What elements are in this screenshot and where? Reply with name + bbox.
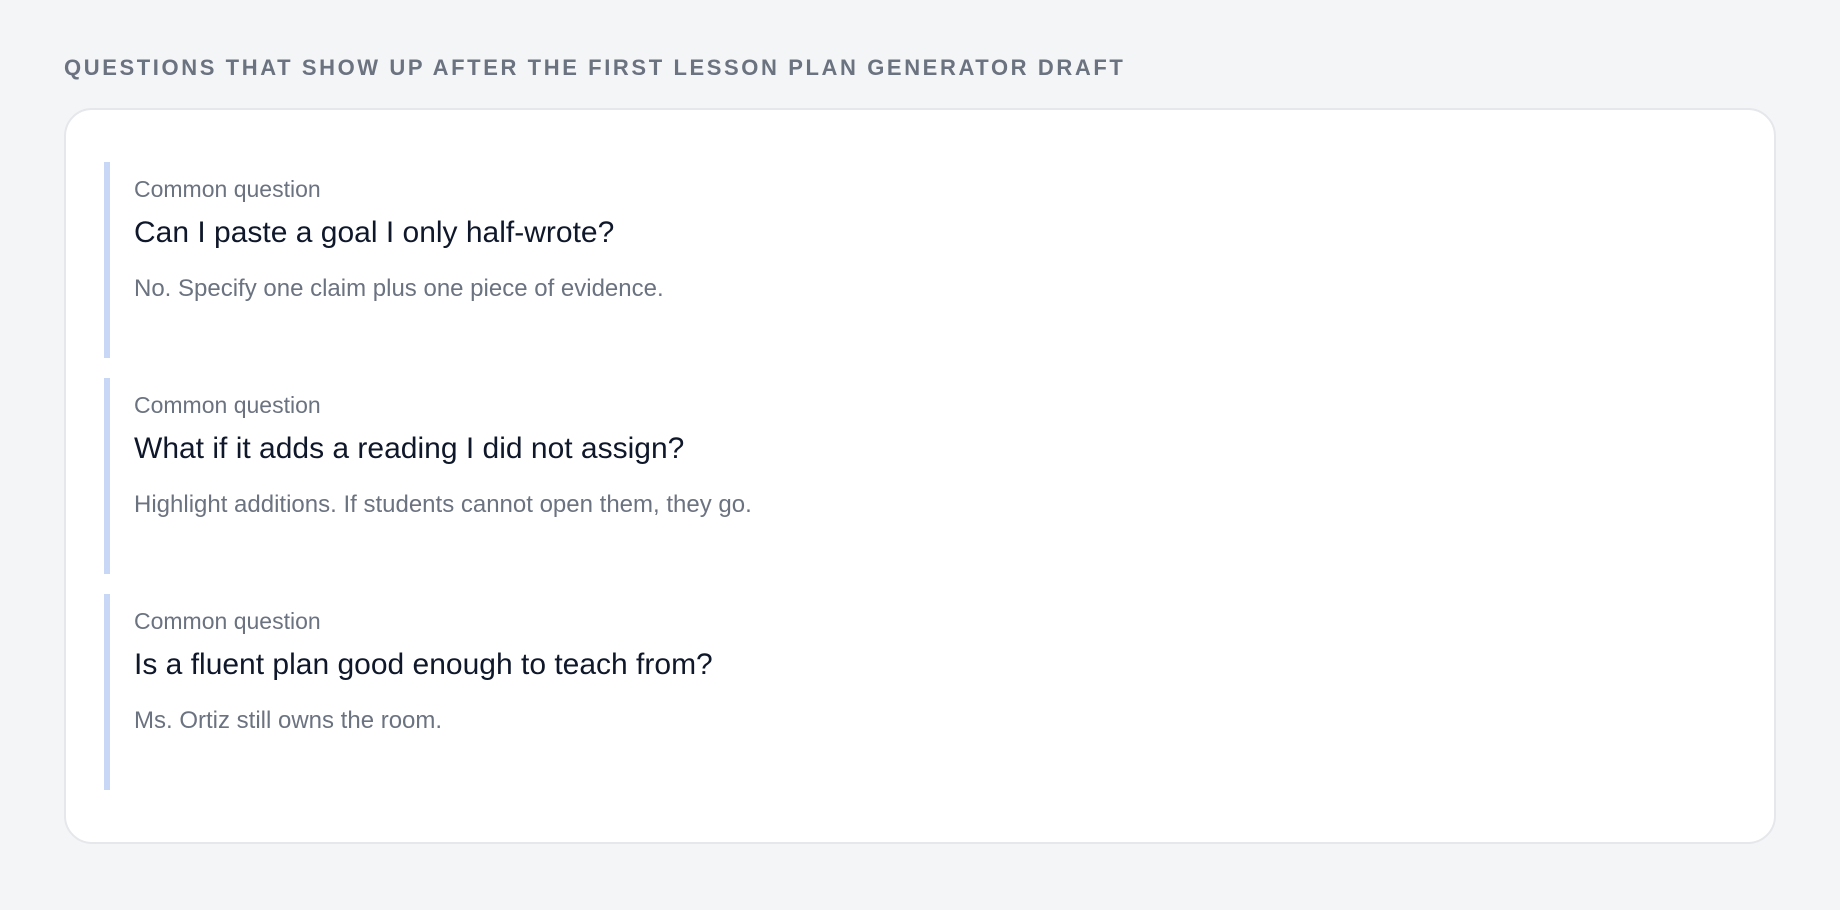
faq-kicker: Common question: [134, 608, 321, 634]
faq-item: Common question Is a fluent plan good en…: [104, 594, 1736, 790]
faq-kicker: Common question: [134, 392, 321, 418]
faq-question: What if it adds a reading I did not assi…: [134, 431, 685, 465]
faq-question: Can I paste a goal I only half-wrote?: [134, 215, 615, 249]
faq-answer: No. Specify one claim plus one piece of …: [134, 275, 664, 303]
faq-answer: Highlight additions. If students cannot …: [134, 491, 752, 519]
section-heading: QUESTIONS THAT SHOW UP AFTER THE FIRST L…: [64, 55, 1126, 80]
faq-card: Common question Can I paste a goal I onl…: [64, 108, 1776, 844]
faq-kicker: Common question: [134, 176, 321, 202]
faq-question: Is a fluent plan good enough to teach fr…: [134, 647, 713, 681]
faq-item: Common question Can I paste a goal I onl…: [104, 162, 1736, 358]
faq-item: Common question What if it adds a readin…: [104, 378, 1736, 574]
faq-answer: Ms. Ortiz still owns the room.: [134, 707, 443, 735]
